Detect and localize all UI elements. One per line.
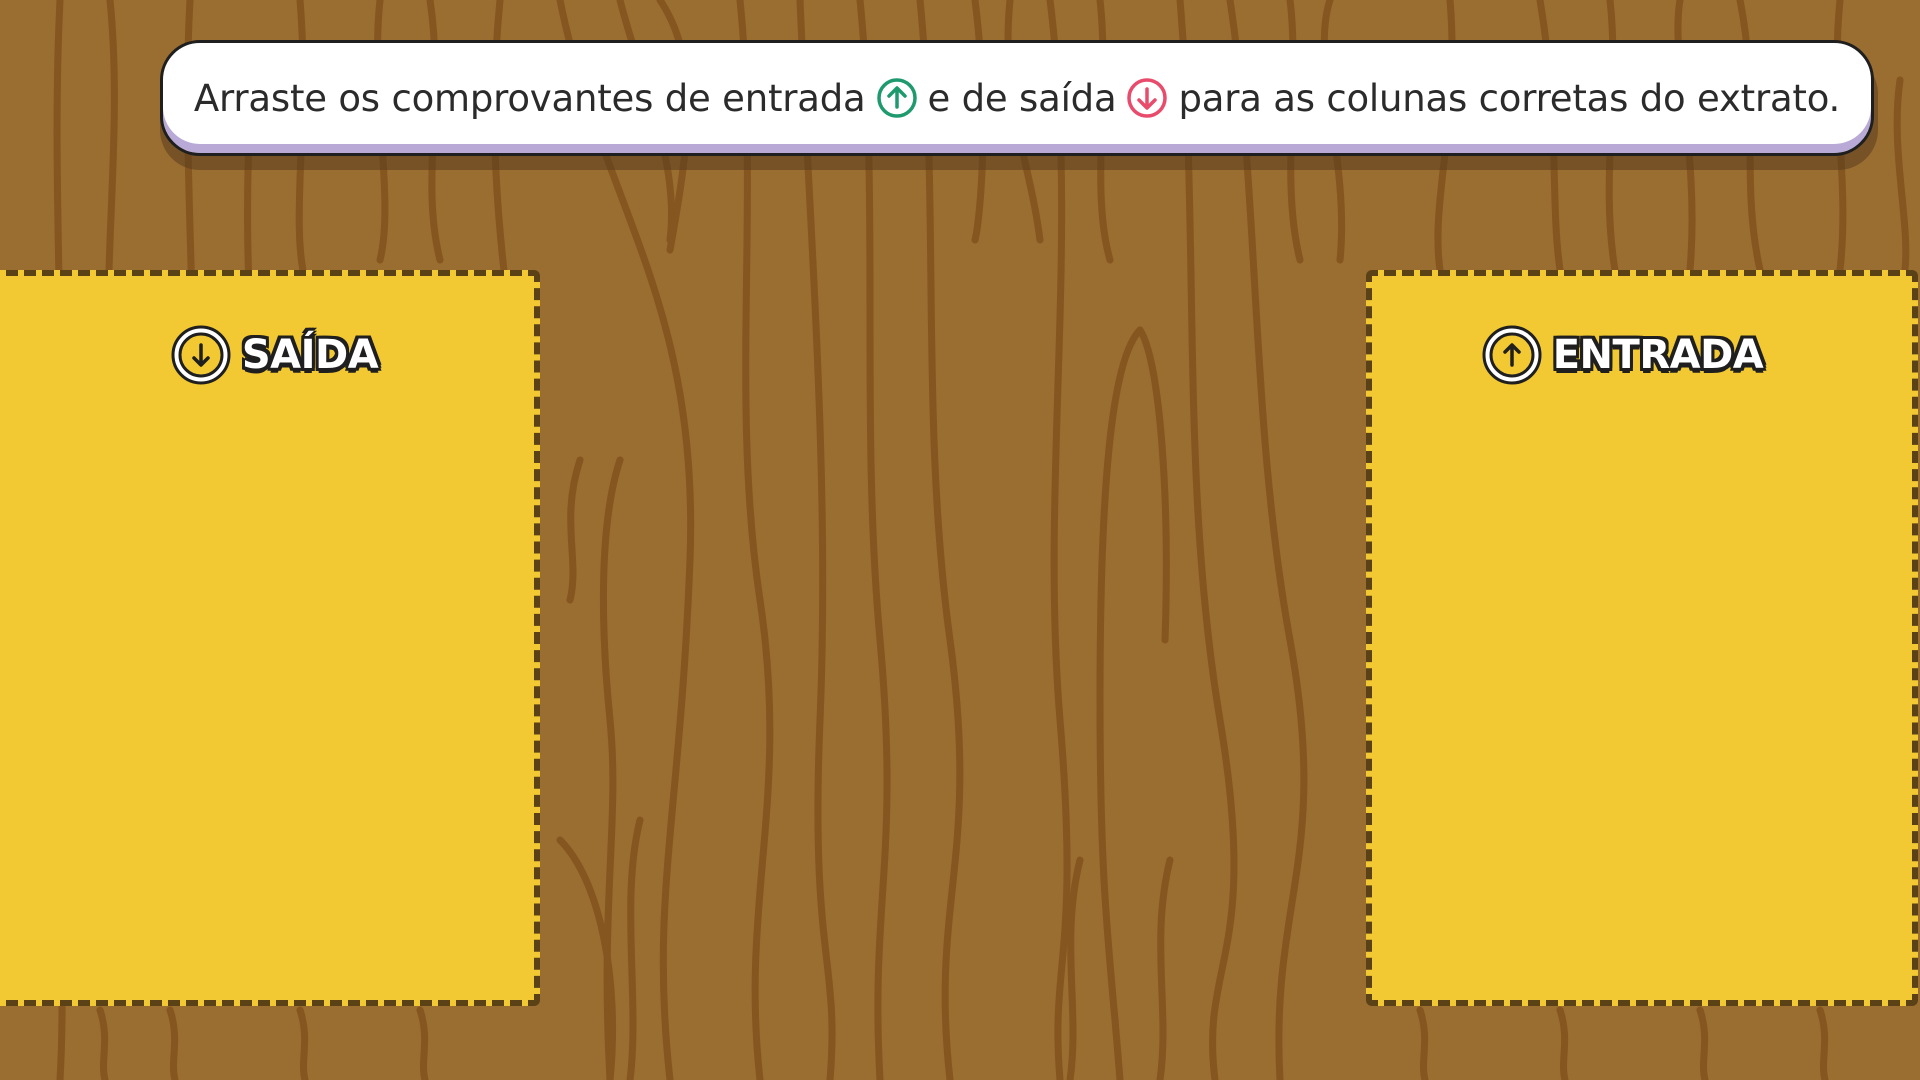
instruction-text-part-3: para as colunas corretas do extrato. xyxy=(1178,76,1841,120)
arrow-down-circle-icon xyxy=(171,325,231,385)
zone-title-saida: SAÍDA xyxy=(241,332,379,378)
zone-title-entrada: ENTRADA xyxy=(1552,332,1764,378)
drop-zone-entrada[interactable]: ENTRADA xyxy=(1366,270,1918,1006)
zone-header-saida: SAÍDA xyxy=(0,324,534,386)
zone-header-entrada: ENTRADA xyxy=(1372,324,1912,386)
drop-zone-saida[interactable]: SAÍDA xyxy=(0,270,540,1006)
arrow-up-circle-icon xyxy=(1482,325,1542,385)
game-scene: Arraste os comprovantes de entrada e de … xyxy=(0,0,1920,1080)
instruction-text-part-1: Arraste os comprovantes de entrada xyxy=(193,76,866,120)
arrow-down-circle-icon xyxy=(1127,78,1168,118)
instruction-banner: Arraste os comprovantes de entrada e de … xyxy=(160,40,1874,156)
arrow-up-circle-icon xyxy=(876,78,917,118)
instruction-text-part-2: e de saída xyxy=(927,76,1117,120)
